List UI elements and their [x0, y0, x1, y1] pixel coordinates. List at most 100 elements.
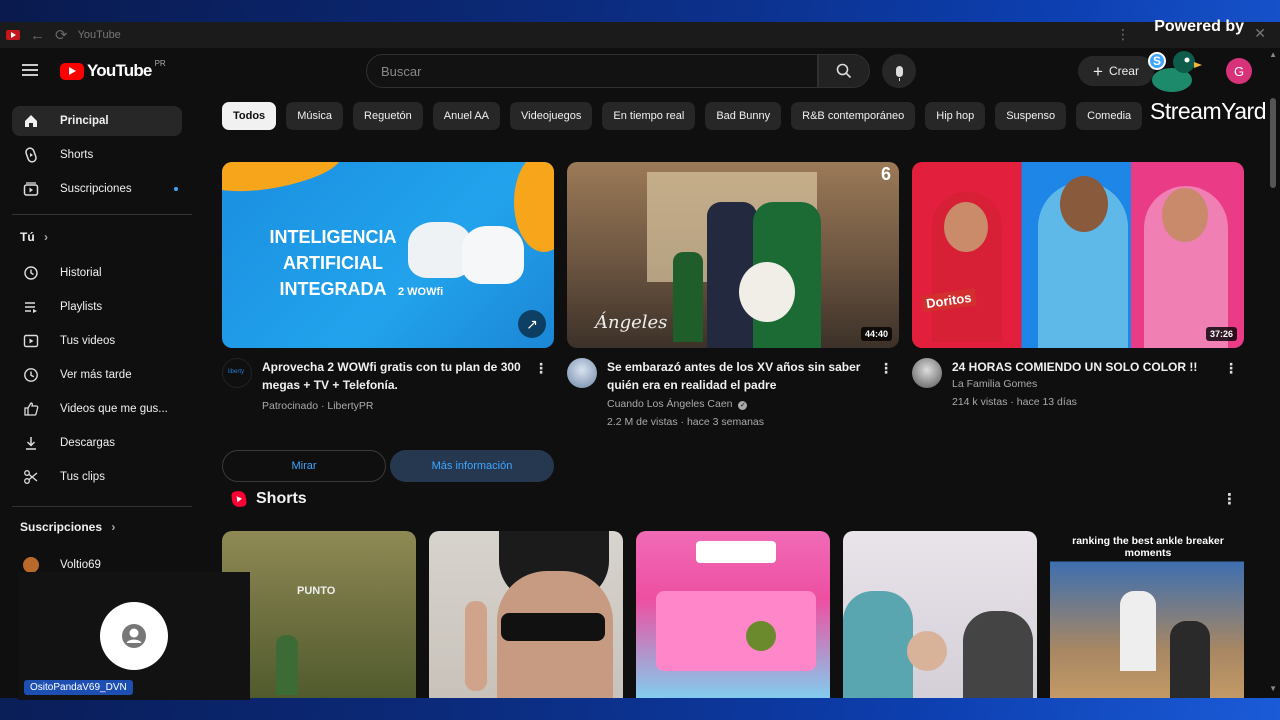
search-button[interactable]: [818, 54, 870, 88]
chip-hip-hop[interactable]: Hip hop: [925, 102, 986, 130]
chip-regueton[interactable]: Reguetón: [353, 102, 423, 130]
chip-todos[interactable]: Todos: [222, 102, 277, 130]
sidebar-item-label: Principal: [60, 115, 109, 127]
open-link-arrow-icon[interactable]: ↗: [518, 310, 546, 338]
chip-bad-bunny[interactable]: Bad Bunny: [705, 102, 782, 130]
video-duration: 37:26: [1205, 327, 1237, 341]
chip-anuel-aa[interactable]: Anuel AA: [432, 102, 501, 130]
more-options-icon[interactable]: ⋮: [1224, 360, 1238, 377]
sidebar-item-shorts[interactable]: Shorts: [12, 140, 182, 170]
short-caption: ranking the best ankle breaker moments: [1072, 535, 1224, 559]
new-content-dot: [174, 187, 178, 191]
history-icon: [22, 264, 40, 282]
short-thumbnail[interactable]: [843, 531, 1037, 698]
more-options-icon[interactable]: ⋮: [534, 360, 548, 377]
home-icon: [22, 112, 40, 130]
channel-avatar[interactable]: [912, 358, 942, 388]
video-stats: 214 k vistas · hace 13 días: [952, 396, 1077, 408]
sidebar-item-label: Tus clips: [60, 471, 105, 483]
sidebar-item-label: Shorts: [60, 149, 94, 161]
short-thumbnail[interactable]: PUNTO: [222, 531, 416, 698]
thumbnail-logo-text: Ángeles: [595, 312, 668, 333]
chip-rnb[interactable]: R&B contemporáneo: [791, 102, 916, 130]
channel-name[interactable]: Cuando Los Ángeles Caen ✓: [607, 398, 748, 410]
verified-icon: ✓: [738, 401, 748, 410]
filter-chips-bar: Todos Música Reguetón Anuel AA Videojueg…: [222, 102, 1143, 130]
video-meta: 24 HORAS COMIENDO UN SOLO COLOR !! La Fa…: [912, 358, 1244, 428]
window-title: YouTube: [77, 29, 121, 41]
powered-by-label: Powered by: [1154, 18, 1244, 35]
back-arrow-icon[interactable]: ←: [30, 27, 45, 44]
video-thumbnail[interactable]: Ángeles 6 44:40: [567, 162, 899, 348]
sidebar-divider: [12, 214, 192, 215]
sidebar-item-principal[interactable]: Principal: [12, 106, 182, 136]
more-info-button[interactable]: Más información: [390, 450, 554, 482]
video-title[interactable]: Se embarazó antes de los XV años sin sab…: [607, 358, 875, 394]
sidebar-item-ver-mas-tarde[interactable]: Ver más tarde: [12, 360, 182, 390]
streamyard-name: StreamYard: [1149, 98, 1267, 124]
shorts-title: Shorts: [256, 490, 307, 507]
youtube-logo[interactable]: YouTube PR: [60, 59, 166, 81]
video-card[interactable]: Doritos 37:26 24 HORAS COMIENDO UN SOLO …: [912, 162, 1244, 428]
ad-subline: 2 WOWfi: [398, 286, 444, 298]
sidebar-item-tus-videos[interactable]: Tus videos: [12, 326, 182, 356]
page-scrollbar[interactable]: [1270, 98, 1276, 188]
video-thumbnail[interactable]: Doritos 37:26: [912, 162, 1244, 348]
video-thumbnail[interactable]: INTELIGENCIA ARTIFICIAL INTEGRADA 2 WOWf…: [222, 162, 554, 348]
account-avatar[interactable]: G: [1226, 58, 1252, 84]
region-code: PR: [154, 59, 166, 68]
sponsor-line: Patrocinado · LibertyPR: [262, 400, 374, 412]
you-section-title[interactable]: Tú ›: [20, 230, 48, 244]
sidebar-item-videos-que-me-gustan[interactable]: Videos que me gus...: [12, 394, 182, 424]
reload-icon[interactable]: ⟳: [55, 26, 68, 44]
user-icon: [122, 624, 146, 648]
video-title[interactable]: Aprovecha 2 WOWfi gratis con tu plan de …: [262, 358, 530, 394]
channel-name[interactable]: La Familia Gomes: [952, 378, 1037, 390]
channel-avatar[interactable]: liberty: [222, 358, 252, 388]
sidebar-item-descargas[interactable]: Descargas: [12, 428, 182, 458]
search-input[interactable]: Buscar: [366, 54, 818, 88]
chip-musica[interactable]: Música: [286, 102, 344, 130]
masthead: YouTube PR Buscar + Crear: [0, 48, 1280, 96]
subscriptions-section-title[interactable]: Suscripciones ›: [20, 520, 115, 534]
short-thumbnail[interactable]: [636, 531, 830, 698]
sidebar-item-label: Ver más tarde: [60, 369, 132, 381]
menu-icon[interactable]: [22, 64, 38, 76]
video-duration: 44:40: [860, 327, 892, 341]
scroll-down-icon[interactable]: ▼: [1269, 684, 1277, 693]
short-caption: PUNTO: [297, 585, 336, 597]
subscriptions-icon: [22, 180, 40, 198]
download-icon: [22, 434, 40, 452]
chip-suspenso[interactable]: Suspenso: [995, 102, 1067, 130]
video-stats: 2.2 M de vistas · hace 3 semanas: [607, 416, 764, 428]
chip-videojuegos[interactable]: Videojuegos: [510, 102, 593, 130]
short-thumbnail[interactable]: ranking the best ankle breaker moments: [1050, 531, 1244, 698]
chip-en-tiempo-real[interactable]: En tiempo real: [602, 102, 696, 130]
video-card[interactable]: Ángeles 6 44:40 Se embarazó antes de los…: [567, 162, 899, 428]
sidebar-item-historial[interactable]: Historial: [12, 258, 182, 288]
sidebar-item-label: Suscripciones: [60, 183, 132, 195]
sidebar-item-label: Historial: [60, 267, 102, 279]
sidebar-item-label: Playlists: [60, 301, 103, 313]
channel-number-badge: 6: [880, 164, 891, 184]
video-meta: Se embarazó antes de los XV años sin sab…: [567, 358, 899, 428]
participant-name: OsitoPandaV69_DVN: [24, 680, 133, 695]
sidebar-divider: [12, 506, 192, 507]
more-options-icon[interactable]: ⋮: [879, 360, 893, 377]
playlists-icon: [22, 298, 40, 316]
plus-icon: +: [1093, 61, 1103, 81]
sidebar-item-playlists[interactable]: Playlists: [12, 292, 182, 322]
sidebar-item-tus-clips[interactable]: Tus clips: [12, 462, 182, 492]
short-thumbnail[interactable]: [429, 531, 623, 698]
channel-avatar[interactable]: [567, 358, 597, 388]
sidebar-item-label: Tus videos: [60, 335, 116, 347]
scroll-up-icon[interactable]: ▲: [1269, 50, 1277, 59]
voice-search-button[interactable]: [882, 54, 916, 88]
sidebar-item-suscripciones[interactable]: Suscripciones: [12, 174, 182, 204]
ad-video-card[interactable]: INTELIGENCIA ARTIFICIAL INTEGRADA 2 WOWf…: [222, 162, 554, 482]
video-title[interactable]: 24 HORAS COMIENDO UN SOLO COLOR !!: [952, 358, 1220, 376]
watch-button[interactable]: Mirar: [222, 450, 386, 482]
user-avatar-s[interactable]: S: [1148, 52, 1166, 70]
shorts-more-options-icon[interactable]: ⋮: [1222, 490, 1237, 508]
shorts-icon: [22, 146, 40, 164]
